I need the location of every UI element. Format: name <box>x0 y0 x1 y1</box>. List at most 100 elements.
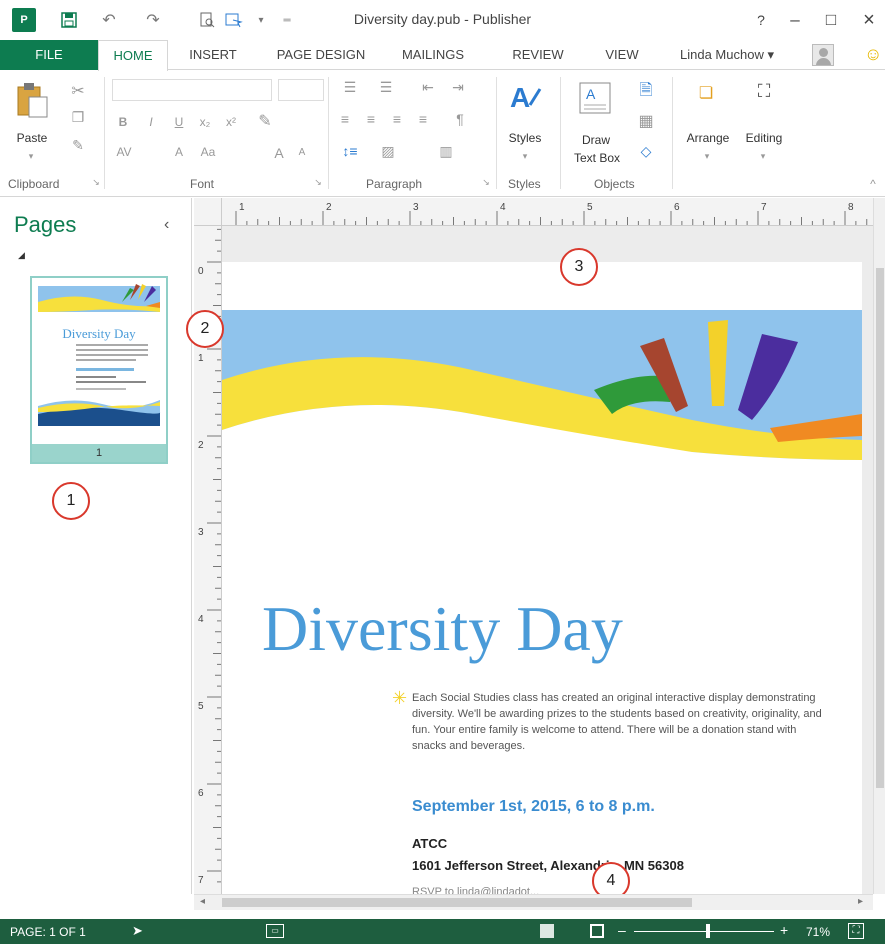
shading-icon[interactable]: ▨ <box>374 143 402 160</box>
rsvp-line[interactable]: RSVP to linda@lindadot... <box>412 886 539 894</box>
scroll-right-arrow-icon[interactable]: ▸ <box>858 896 863 907</box>
font-size-combo[interactable] <box>278 79 324 101</box>
zoom-level[interactable]: 71% <box>806 925 830 939</box>
tab-view[interactable]: VIEW <box>592 40 652 70</box>
feedback-smiley-icon[interactable]: ☺ <box>864 44 882 65</box>
columns-icon[interactable]: ▥ <box>432 143 460 160</box>
single-page-view-icon[interactable] <box>540 924 554 938</box>
bullets-icon[interactable]: ☰ <box>336 79 364 96</box>
venue-address[interactable]: 1601 Jefferson Street, Alexandria, MN 56… <box>412 858 684 873</box>
increase-indent-icon[interactable]: ⇥ <box>446 79 470 96</box>
zoom-slider-knob[interactable] <box>706 924 711 938</box>
ruler-label: 5 <box>587 202 593 213</box>
insert-table-icon[interactable]: ▦ <box>632 111 660 131</box>
horizontal-ruler[interactable]: 1 2 3 4 5 6 7 8 <box>222 198 873 226</box>
draw-text-box-label[interactable]: Draw <box>568 133 624 147</box>
styles-button[interactable]: Styles <box>502 131 548 145</box>
avatar[interactable] <box>812 44 834 66</box>
page-thumbnail[interactable]: Diversity Day 1 <box>30 276 168 464</box>
minimize-button[interactable]: – <box>782 8 808 32</box>
horizontal-scrollbar-thumb[interactable] <box>222 898 692 907</box>
clear-formatting-icon[interactable]: ✎ <box>254 111 276 131</box>
venue-name[interactable]: ATCC <box>412 836 447 851</box>
page-indicator[interactable]: PAGE: 1 OF 1 <box>10 925 86 939</box>
tab-home[interactable]: HOME <box>98 40 168 71</box>
ribbon-divider <box>560 77 561 189</box>
help-button[interactable]: ? <box>748 8 774 32</box>
body-paragraph[interactable]: Each Social Studies class has created an… <box>412 690 822 754</box>
justify-icon[interactable]: ≡ <box>414 111 432 127</box>
tab-page-design[interactable]: PAGE DESIGN <box>266 40 376 70</box>
format-painter-icon[interactable]: ✎ <box>68 137 88 154</box>
arrange-dropdown-icon[interactable]: ▾ <box>700 151 714 162</box>
paragraph-launcher-icon[interactable]: ↘ <box>480 177 492 188</box>
zoom-in-button[interactable]: + <box>780 922 788 938</box>
editing-button[interactable]: Editing <box>736 131 792 145</box>
ruler-label: 5 <box>198 701 204 712</box>
line-spacing-icon[interactable]: ↕≡ <box>336 143 364 159</box>
vertical-scrollbar[interactable] <box>873 198 885 894</box>
ruler-label: 1 <box>239 202 245 213</box>
decrease-indent-icon[interactable]: ⇤ <box>416 79 440 96</box>
font-color-button[interactable]: A <box>172 145 186 159</box>
paste-button[interactable]: Paste <box>8 131 56 145</box>
superscript-button[interactable]: x² <box>222 115 240 129</box>
collapse-pane-button[interactable]: ‹ <box>164 216 169 234</box>
bold-button[interactable]: B <box>116 115 130 129</box>
cut-icon[interactable]: ✂ <box>68 81 88 101</box>
copy-icon[interactable]: ❐ <box>68 109 88 126</box>
styles-dropdown-icon[interactable]: ▾ <box>518 151 532 162</box>
vertical-scrollbar-thumb[interactable] <box>876 268 884 788</box>
subscript-button[interactable]: x₂ <box>196 115 214 129</box>
paste-icon <box>14 81 50 124</box>
banner-graphic[interactable] <box>222 310 862 490</box>
font-launcher-icon[interactable]: ↘ <box>312 177 324 188</box>
thumbnail-page-number: 1 <box>32 444 166 462</box>
event-date[interactable]: September 1st, 2015, 6 to 8 p.m. <box>412 798 655 816</box>
object-size-icon[interactable]: ▭ <box>266 924 284 938</box>
document-canvas[interactable]: Diversity Day ✳ Each Social Studies clas… <box>222 226 873 894</box>
change-case-button[interactable]: Aa <box>196 145 220 159</box>
text-box-icon: A <box>578 81 612 120</box>
insert-shapes-icon[interactable]: ◇ <box>632 143 660 160</box>
paste-dropdown-icon[interactable]: ▾ <box>24 151 38 162</box>
scroll-left-arrow-icon[interactable]: ◂ <box>200 896 205 907</box>
grow-font-button[interactable]: A <box>272 145 286 161</box>
align-center-icon[interactable]: ≡ <box>362 111 380 127</box>
draw-text-box-button[interactable]: Text Box <box>562 151 632 165</box>
underline-button[interactable]: U <box>172 115 186 129</box>
font-name-combo[interactable] <box>112 79 272 101</box>
shrink-font-button[interactable]: A <box>296 147 308 158</box>
editing-dropdown-icon[interactable]: ▾ <box>756 151 770 162</box>
svg-text:A: A <box>510 82 530 113</box>
show-formatting-button[interactable]: ¶ <box>452 111 468 127</box>
zoom-slider[interactable] <box>634 931 774 932</box>
tab-review[interactable]: REVIEW <box>498 40 578 70</box>
section-expand-icon[interactable]: ◢ <box>18 250 25 261</box>
tab-file[interactable]: FILE <box>0 40 98 70</box>
zoom-out-button[interactable]: – <box>618 922 626 938</box>
pages-pane: Pages ‹ ◢ Diversity Day 1 <box>0 198 192 894</box>
numbering-icon[interactable]: ☰ <box>372 79 400 96</box>
arrange-button[interactable]: Arrange <box>680 131 736 145</box>
align-left-icon[interactable]: ≡ <box>336 111 354 127</box>
tab-insert[interactable]: INSERT <box>178 40 248 70</box>
maximize-button[interactable]: □ <box>818 8 844 32</box>
ruler-label: 2 <box>198 440 204 451</box>
collapse-ribbon-icon[interactable]: ^ <box>866 177 880 191</box>
two-page-view-icon[interactable] <box>590 924 604 938</box>
italic-button[interactable]: I <box>144 115 158 129</box>
tab-mailings[interactable]: MAILINGS <box>388 40 478 70</box>
insert-picture-icon[interactable]: 🗎 <box>632 79 660 106</box>
publication-page[interactable]: Diversity Day ✳ Each Social Studies clas… <box>222 262 862 894</box>
ribbon-tabs: FILE HOME INSERT PAGE DESIGN MAILINGS RE… <box>0 40 885 71</box>
cursor-position-icon[interactable]: ➤ <box>132 923 143 939</box>
fit-page-icon[interactable]: ⛶ <box>848 923 864 939</box>
character-spacing-button[interactable]: AV <box>112 145 136 159</box>
user-account[interactable]: Linda Muchow ▾ <box>680 40 774 70</box>
headline-text[interactable]: Diversity Day <box>262 592 623 666</box>
close-button[interactable]: × <box>856 8 882 32</box>
clipboard-launcher-icon[interactable]: ↘ <box>90 177 102 188</box>
align-right-icon[interactable]: ≡ <box>388 111 406 127</box>
horizontal-scrollbar[interactable]: ◂ ▸ <box>194 894 873 910</box>
